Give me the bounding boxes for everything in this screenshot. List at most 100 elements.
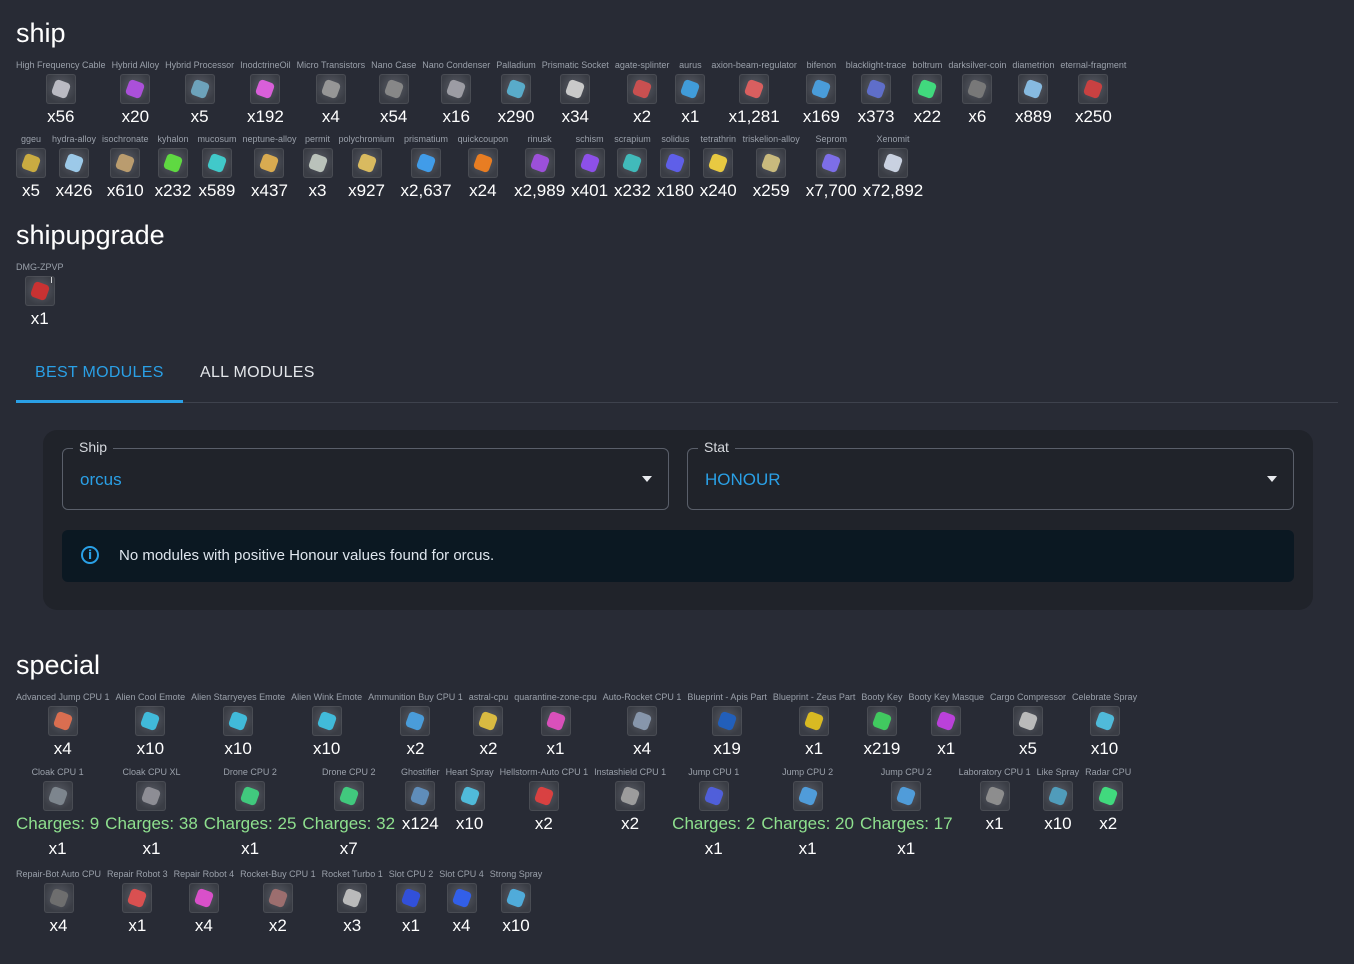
inventory-item[interactable]: Nano Condenser x16	[422, 60, 490, 127]
inventory-item[interactable]: Auto-Rocket CPU 1 x4	[603, 692, 682, 759]
inventory-item[interactable]: Like Spray x10	[1037, 767, 1080, 834]
inventory-item[interactable]: quarantine-zone-cpu x1	[514, 692, 597, 759]
item-icon	[184, 74, 215, 104]
item-icon	[962, 74, 993, 104]
inventory-item[interactable]: Jump CPU 2 Charges: 17 x1	[860, 767, 953, 859]
inventory-item[interactable]: Heart Spray x10	[446, 767, 494, 834]
inventory-item[interactable]: astral-cpu x2	[469, 692, 509, 759]
inventory-item[interactable]: Rocket Turbo 1 x3	[322, 869, 383, 936]
inventory-item[interactable]: kyhalon x232	[155, 134, 192, 201]
inventory-item[interactable]: hydra-alloy x426	[52, 134, 96, 201]
inventory-item[interactable]: High Frequency Cable x56	[16, 60, 106, 127]
info-alert: No modules with positive Honour values f…	[62, 530, 1294, 582]
inventory-item[interactable]: ggeu x5	[16, 134, 46, 201]
inventory-item[interactable]: Repair Robot 3 x1	[107, 869, 168, 936]
item-icon	[235, 781, 266, 811]
shipupgrade-section-title: shipupgrade	[16, 220, 165, 250]
inventory-item[interactable]: Cloak CPU 1 Charges: 9 x1	[16, 767, 99, 859]
inventory-item[interactable]: Palladium x290	[496, 60, 536, 127]
item-name: permit	[304, 134, 330, 144]
item-name: Seprom	[815, 134, 847, 144]
inventory-item[interactable]: Booty Key x219	[861, 692, 902, 759]
inventory-item[interactable]: Alien Cool Emote x10	[116, 692, 186, 759]
item-icon	[302, 148, 333, 178]
inventory-item[interactable]: Jump CPU 1 Charges: 2 x1	[672, 767, 755, 859]
inventory-item[interactable]: axion-beam-regulator x1,281	[711, 60, 797, 127]
item-charges: Charges: 38	[105, 814, 198, 833]
inventory-item[interactable]: aurus x1	[675, 60, 706, 127]
inventory-item[interactable]: Hybrid Processor x5	[165, 60, 234, 127]
inventory-item[interactable]: Nano Case x54	[371, 60, 416, 127]
inventory-item[interactable]: Blueprint - Apis Part x19	[687, 692, 767, 759]
inventory-item[interactable]: Ghostifier x124	[401, 767, 440, 834]
item-count: x4	[53, 739, 72, 758]
inventory-item[interactable]: Prismatic Socket x34	[542, 60, 609, 127]
inventory-item[interactable]: Laboratory CPU 1 x1	[959, 767, 1031, 834]
special-items-row: Advanced Jump CPU 1 x4 Alien Cool Emote x10…	[16, 692, 1137, 759]
item-count: x7,700	[805, 181, 857, 200]
inventory-item[interactable]: Advanced Jump CPU 1 x4	[16, 692, 110, 759]
inventory-item[interactable]: triskelion-alloy x259	[743, 134, 800, 201]
stat-select[interactable]: Stat HONOUR	[687, 439, 1294, 510]
inventory-item[interactable]: Blueprint - Zeus Part x1	[773, 692, 856, 759]
inventory-item[interactable]: mucosum x589	[197, 134, 236, 201]
inventory-item[interactable]: DMG-ZPVP Ix1	[16, 262, 64, 329]
inventory-item[interactable]: Booty Key Masque x1	[908, 692, 984, 759]
inventory-item[interactable]: Radar CPU x2	[1085, 767, 1131, 834]
inventory-item[interactable]: boltrum x22	[912, 60, 942, 127]
inventory-item[interactable]: eternal-fragment x250	[1060, 60, 1126, 127]
inventory-item[interactable]: quickcoupon x24	[458, 134, 509, 201]
item-name: isochronate	[102, 134, 149, 144]
inventory-item[interactable]: isochronate x610	[102, 134, 149, 201]
inventory-item[interactable]: permit x3	[302, 134, 333, 201]
inventory-item[interactable]: Strong Spray x10	[490, 869, 543, 936]
inventory-item[interactable]: Ammunition Buy CPU 1 x2	[368, 692, 463, 759]
inventory-item[interactable]: polychromium x927	[339, 134, 395, 201]
inventory-item[interactable]: Jump CPU 2 Charges: 20 x1	[761, 767, 854, 859]
inventory-item[interactable]: Drone CPU 2 Charges: 32 x7	[302, 767, 395, 859]
inventory-item[interactable]: bifenon x169	[803, 60, 840, 127]
ship-select[interactable]: Ship orcus	[62, 439, 669, 510]
inventory-item[interactable]: schism x401	[571, 134, 608, 201]
chevron-down-icon[interactable]	[1267, 476, 1277, 482]
inventory-item[interactable]: Rocket-Buy CPU 1 x2	[240, 869, 316, 936]
inventory-item[interactable]: Micro Transistors x4	[297, 60, 366, 127]
inventory-item[interactable]: Celebrate Spray x10	[1072, 692, 1137, 759]
tab-all-modules[interactable]: ALL MODULES	[200, 364, 315, 382]
item-name: Cloak CPU XL	[122, 767, 181, 777]
inventory-item[interactable]: neptune-alloy x437	[242, 134, 296, 201]
inventory-item[interactable]: darksilver-coin x6	[948, 60, 1006, 127]
inventory-item[interactable]: Hellstorm-Auto CPU 1 x2	[500, 767, 589, 834]
inventory-item[interactable]: Cloak CPU XL Charges: 38 x1	[105, 767, 198, 859]
item-name: Booty Key Masque	[908, 692, 984, 702]
item-count: x1	[142, 839, 161, 858]
inventory-item[interactable]: Xenomit x72,892	[863, 134, 924, 201]
chevron-down-icon[interactable]	[642, 476, 652, 482]
inventory-item[interactable]: Slot CPU 4 x4	[439, 869, 484, 936]
inventory-item[interactable]: Alien Starryeyes Emote x10	[191, 692, 285, 759]
item-count: x10	[1090, 739, 1119, 758]
inventory-item[interactable]: Cargo Compressor x5	[990, 692, 1066, 759]
inventory-item[interactable]: Instashield CPU 1 x2	[594, 767, 666, 834]
inventory-item[interactable]: rinusk x2,989	[514, 134, 565, 201]
item-name: Nano Condenser	[422, 60, 491, 70]
inventory-item[interactable]: Drone CPU 2 Charges: 25 x1	[204, 767, 297, 859]
inventory-item[interactable]: Hybrid Alloy x20	[112, 60, 160, 127]
inventory-item[interactable]: blacklight-trace x373	[846, 60, 907, 127]
inventory-item[interactable]: prismatium x2,637	[401, 134, 452, 201]
inventory-item[interactable]: Slot CPU 2 x1	[389, 869, 434, 936]
inventory-item[interactable]: solidus x180	[657, 134, 694, 201]
inventory-item[interactable]: Alien Wink Emote x10	[291, 692, 362, 759]
inventory-item[interactable]: Repair Robot 4 x4	[174, 869, 235, 936]
inventory-item[interactable]: tetrathrin x240	[700, 134, 737, 201]
item-name: astral-cpu	[468, 692, 509, 702]
item-icon	[441, 74, 472, 104]
inventory-item[interactable]: scrapium x232	[614, 134, 651, 201]
inventory-item[interactable]: InodctrineOil x192	[240, 60, 291, 127]
inventory-item[interactable]: diametrion x889	[1012, 60, 1054, 127]
inventory-item[interactable]: Repair-Bot Auto CPU x4	[16, 869, 101, 936]
item-name: Rocket-Buy CPU 1	[240, 869, 316, 879]
inventory-item[interactable]: agate-splinter x2	[615, 60, 670, 127]
tab-best-modules[interactable]: BEST MODULES	[35, 364, 164, 382]
inventory-item[interactable]: Seprom x7,700	[806, 134, 857, 201]
